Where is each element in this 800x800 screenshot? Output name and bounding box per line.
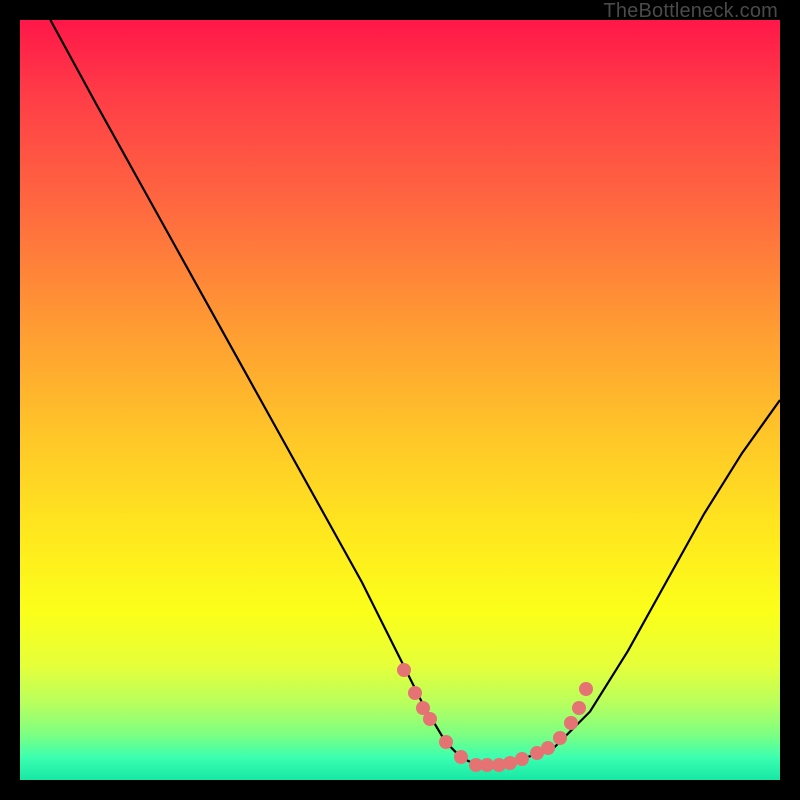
marker-dot [564, 716, 578, 730]
marker-dot [454, 750, 468, 764]
marker-dot [572, 701, 586, 715]
marker-dot [553, 731, 567, 745]
marker-dot [541, 741, 555, 755]
plot-area [20, 20, 780, 780]
marker-dot [579, 682, 593, 696]
marker-dot [408, 686, 422, 700]
marker-dot [423, 712, 437, 726]
marker-dot [515, 752, 529, 766]
chart-frame: TheBottleneck.com [0, 0, 800, 800]
marker-dot [397, 663, 411, 677]
marker-dot [439, 735, 453, 749]
